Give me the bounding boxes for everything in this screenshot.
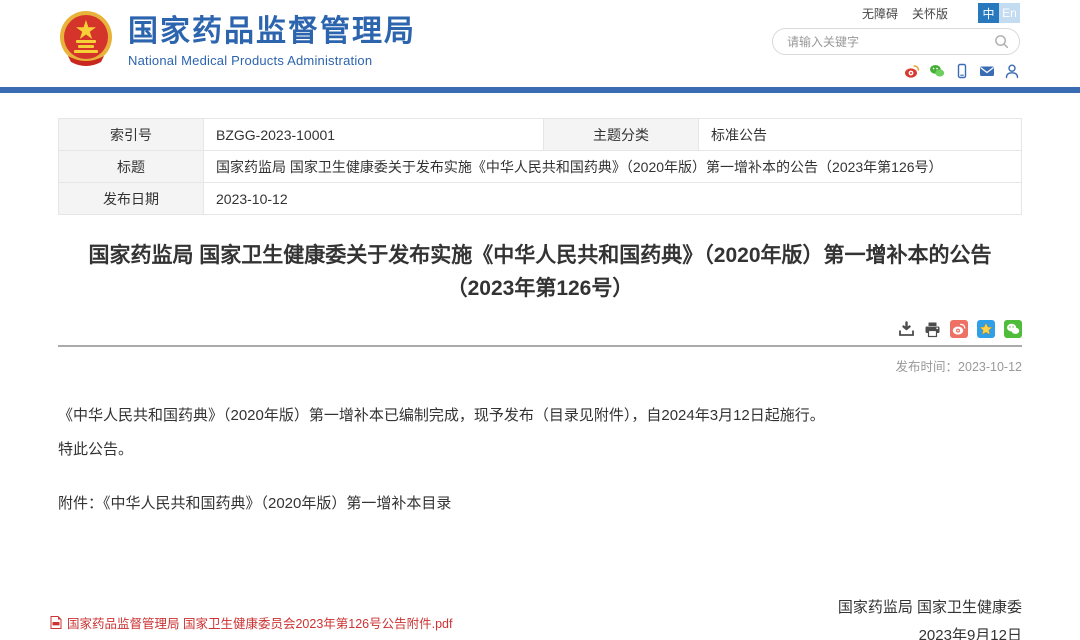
- publish-time: 发布时间：2023-10-12: [58, 356, 1022, 375]
- attachment-note: 附件：《中华人民共和国药典》（2020年版）第一增补本目录: [58, 490, 1022, 518]
- wechat-icon[interactable]: [929, 63, 945, 79]
- share-wechat-icon[interactable]: [1004, 320, 1022, 338]
- pdf-icon: [50, 616, 62, 629]
- article-body: 《中华人民共和国药典》（2020年版）第一增补本已编制完成，现予发布（目录见附件…: [58, 402, 1022, 517]
- search-icon[interactable]: [994, 34, 1009, 49]
- search-input[interactable]: [787, 35, 994, 49]
- site-subtitle: National Medical Products Administration: [128, 53, 416, 68]
- header-divider-bar: [0, 87, 1080, 93]
- document-info-table: 索引号 BZGG-2023-10001 主题分类 标准公告 标题 国家药监局 国…: [58, 118, 1022, 215]
- index-number-value: BZGG-2023-10001: [204, 119, 544, 151]
- care-version-link[interactable]: 关怀版: [912, 5, 948, 22]
- article-title-line1: 国家药监局 国家卫生健康委关于发布实施《中华人民共和国药典》（2020年版）第一…: [88, 244, 991, 267]
- title-label: 标题: [59, 151, 204, 183]
- site-header: 国家药品监督管理局 National Medical Products Admi…: [0, 0, 1080, 87]
- lang-zh-button[interactable]: 中: [978, 3, 999, 23]
- paragraph-main: 《中华人民共和国药典》（2020年版）第一增补本已编制完成，现予发布（目录见附件…: [58, 402, 1022, 430]
- weibo-icon[interactable]: [904, 63, 920, 79]
- site-title: 国家药品监督管理局: [128, 15, 416, 50]
- publish-date-value: 2023-10-12: [204, 183, 1022, 215]
- mail-icon[interactable]: [979, 63, 995, 79]
- table-row: 发布日期 2023-10-12: [59, 183, 1022, 215]
- share-qzone-icon[interactable]: [977, 320, 995, 338]
- index-number-label: 索引号: [59, 119, 204, 151]
- national-emblem-icon: [58, 10, 114, 73]
- topic-category-value: 标准公告: [699, 119, 1022, 151]
- search-box: [772, 28, 1020, 55]
- accessibility-link[interactable]: 无障碍: [862, 5, 898, 22]
- table-row: 索引号 BZGG-2023-10001 主题分类 标准公告: [59, 119, 1022, 151]
- mobile-icon[interactable]: [954, 63, 970, 79]
- share-weibo-icon[interactable]: [950, 320, 968, 338]
- paragraph-closing: 特此公告。: [58, 436, 1022, 464]
- user-icon[interactable]: [1004, 63, 1020, 79]
- download-icon[interactable]: [898, 321, 915, 338]
- attachment-pdf-link[interactable]: 国家药品监督管理局 国家卫生健康委员会2023年第126号公告附件.pdf: [67, 613, 453, 632]
- table-row: 标题 国家药监局 国家卫生健康委关于发布实施《中华人民共和国药典》（2020年版…: [59, 151, 1022, 183]
- topic-category-label: 主题分类: [544, 119, 699, 151]
- attachment-row: 国家药品监督管理局 国家卫生健康委员会2023年第126号公告附件.pdf: [50, 613, 453, 632]
- publish-date-label: 发布日期: [59, 183, 204, 215]
- article-title-line2: （2023年第126号）: [447, 277, 634, 300]
- title-value: 国家药监局 国家卫生健康委关于发布实施《中华人民共和国药典》（2020年版）第一…: [204, 151, 1022, 183]
- article-title: 国家药监局 国家卫生健康委关于发布实施《中华人民共和国药典》（2020年版）第一…: [58, 240, 1022, 305]
- lang-en-button[interactable]: En: [999, 3, 1020, 23]
- site-logo[interactable]: 国家药品监督管理局 National Medical Products Admi…: [58, 10, 416, 73]
- print-icon[interactable]: [924, 321, 941, 338]
- article-toolbar: [58, 320, 1022, 347]
